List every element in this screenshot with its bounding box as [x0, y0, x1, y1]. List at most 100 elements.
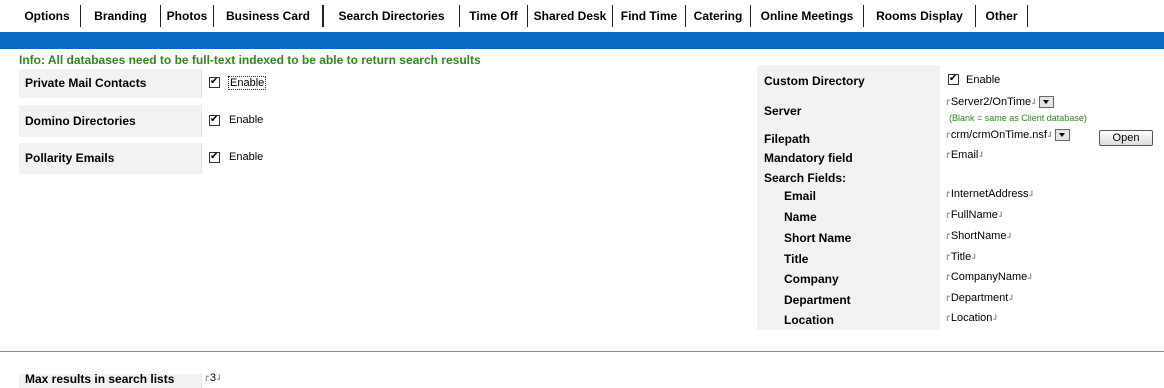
field-close-marker: ┛ [1029, 191, 1035, 200]
filepath-dropdown-icon[interactable] [1054, 129, 1070, 142]
search-field-company-input[interactable]: ┏CompanyName┛ [945, 271, 1033, 283]
search-field-email-value: InternetAddress [950, 188, 1029, 200]
pollarity-emails-enable-label[interactable]: Enable [229, 151, 263, 163]
field-close-marker: ┛ [993, 315, 999, 324]
search-field-email-input[interactable]: ┏InternetAddress┛ [945, 188, 1034, 200]
search-field-department-value: Department [950, 292, 1009, 304]
search-field-title-label: Title [784, 252, 809, 266]
field-open-marker: ┏ [945, 271, 950, 280]
field-close-marker: ┛ [979, 152, 985, 161]
field-open-marker: ┏ [945, 188, 950, 197]
mandatory-field-label: Mandatory field [764, 151, 853, 165]
search-field-location-label: Location [784, 313, 834, 327]
field-open-marker: ┏ [945, 129, 950, 138]
server-dropdown-icon[interactable] [1038, 96, 1054, 109]
field-open-marker: ┏ [945, 96, 950, 105]
private-mail-contacts-label: Private Mail Contacts [25, 76, 147, 90]
max-results-value-cell: ┏3┛ [201, 372, 744, 388]
server-label: Server [764, 104, 802, 118]
search-field-short-name-value: ShortName [950, 230, 1007, 242]
search-field-location-input[interactable]: ┏Location┛ [945, 312, 998, 324]
tab-label: Business Card [225, 9, 311, 23]
search-field-department-input[interactable]: ┏Department┛ [945, 292, 1014, 304]
search-field-name-input[interactable]: ┏FullName┛ [945, 209, 1004, 221]
field-close-marker: ┛ [998, 212, 1004, 221]
domino-directories-label: Domino Directories [25, 114, 136, 128]
max-results-row: Max results in search lists ┏3┛ [19, 372, 744, 388]
max-results-input[interactable]: ┏3┛ [204, 372, 222, 384]
search-field-title-input[interactable]: ┏Title┛ [945, 251, 977, 263]
field-open-marker: ┏ [945, 251, 950, 260]
search-field-short-name-label: Short Name [784, 231, 852, 245]
pollarity-emails-checkbox[interactable] [209, 150, 220, 164]
tab-photos[interactable]: Photos [161, 5, 214, 27]
field-open-marker: ┏ [945, 209, 950, 218]
domino-directories-value: Enable [201, 105, 744, 137]
field-open-marker: ┏ [204, 372, 209, 381]
filepath-value: crm/crmOnTime.nsf [950, 129, 1047, 141]
tab-other[interactable]: Other [976, 5, 1028, 27]
tab-rooms-display[interactable]: Rooms Display [864, 5, 976, 27]
field-open-marker: ┏ [945, 149, 950, 158]
search-field-company-value: CompanyName [950, 271, 1028, 283]
server-hint: (Blank = same as Client database) [949, 113, 1087, 123]
pollarity-emails-row: Pollarity Emails Enable [19, 143, 744, 174]
tab-label: Rooms Display [876, 9, 963, 23]
tab-shared-desk[interactable]: Shared Desk [528, 5, 613, 27]
tab-branding[interactable]: Branding [81, 5, 161, 27]
tab-find-time[interactable]: Find Time [613, 5, 686, 27]
tab-label: Other [985, 9, 1018, 23]
search-field-title-value: Title [950, 251, 972, 263]
open-button[interactable]: Open [1099, 130, 1153, 146]
custom-directory-enable-label[interactable]: Enable [966, 74, 1000, 86]
private-mail-contacts-checkbox[interactable] [209, 75, 220, 89]
search-fields-label: Search Fields: [764, 171, 847, 185]
tab-bar: Options Branding Photos Business Card Se… [0, 0, 1164, 32]
tab-label: Options [24, 9, 70, 23]
tab-catering[interactable]: Catering [686, 5, 751, 27]
field-close-marker: ┛ [1007, 233, 1013, 242]
server-field[interactable]: ┏Server2/OnTime┛ [945, 96, 1054, 109]
field-close-marker: ┛ [1009, 295, 1015, 304]
mandatory-field-input[interactable]: ┏Email┛ [945, 149, 984, 161]
max-results-value: 3 [209, 372, 216, 384]
mandatory-field-value: Email [950, 149, 979, 161]
domino-directories-row: Domino Directories Enable [19, 105, 744, 137]
server-value: Server2/OnTime [950, 96, 1032, 108]
info-message: Info: All databases need to be full-text… [19, 53, 481, 67]
tab-business-card[interactable]: Business Card [214, 5, 323, 27]
custom-directory-label: Custom Directory [764, 74, 865, 88]
tab-label: Time Off [469, 9, 518, 23]
field-open-marker: ┏ [945, 312, 950, 321]
private-mail-contacts-row: Private Mail Contacts Enable [19, 69, 744, 98]
pollarity-emails-label: Pollarity Emails [25, 151, 115, 165]
tab-search-directories[interactable]: Search Directories [323, 5, 460, 32]
tab-time-off[interactable]: Time Off [460, 5, 528, 27]
private-mail-contacts-enable-label[interactable]: Enable [228, 76, 267, 90]
field-close-marker: ┛ [972, 254, 978, 263]
tab-label: Search Directories [338, 9, 445, 23]
field-close-marker: ┛ [216, 375, 222, 384]
domino-directories-checkbox[interactable] [209, 113, 220, 127]
search-field-short-name-input[interactable]: ┏ShortName┛ [945, 230, 1012, 242]
search-field-location-value: Location [950, 312, 993, 324]
tab-label: Photos [166, 9, 208, 23]
search-field-department-label: Department [784, 293, 851, 307]
field-close-marker: ┛ [1028, 274, 1034, 283]
tab-label: Shared Desk [533, 9, 607, 23]
search-field-name-label: Name [784, 210, 817, 224]
search-field-company-label: Company [784, 272, 839, 286]
filepath-field[interactable]: ┏crm/crmOnTime.nsf┛ [945, 129, 1070, 142]
domino-directories-enable-label[interactable]: Enable [229, 114, 263, 126]
tab-label: Online Meetings [760, 9, 854, 23]
private-mail-contacts-value: Enable [201, 69, 744, 98]
field-close-marker: ┛ [1032, 99, 1037, 109]
custom-directory-checkbox[interactable] [948, 72, 959, 86]
search-field-name-value: FullName [950, 209, 998, 221]
filepath-label: Filepath [764, 132, 811, 146]
tab-online-meetings[interactable]: Online Meetings [751, 5, 864, 27]
field-open-marker: ┏ [945, 292, 950, 301]
tab-label: Find Time [620, 9, 678, 23]
tab-label: Branding [94, 9, 147, 23]
tab-options[interactable]: Options [14, 5, 81, 27]
